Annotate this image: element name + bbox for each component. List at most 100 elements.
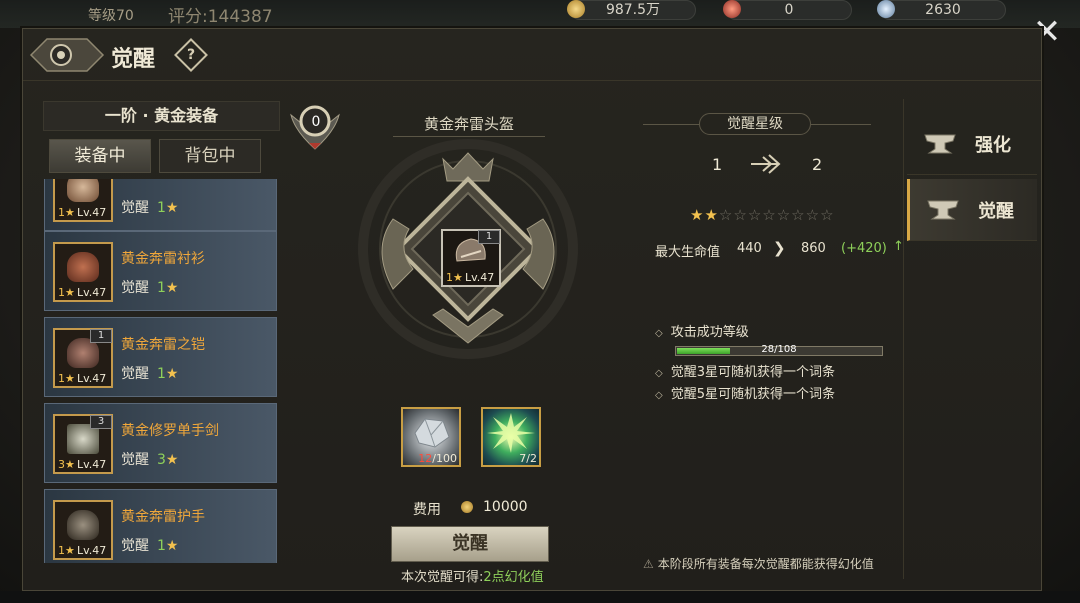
awaken-star-count: 1 (157, 280, 166, 296)
material-need: /100 (432, 452, 457, 465)
gain-prefix: 本次觉醒可得: (401, 570, 484, 585)
item-star-badge: 1★ (446, 271, 463, 284)
item-star-badge: 1★ (58, 286, 75, 299)
awaken-star-title: 觉醒星级 (699, 113, 811, 135)
chat-strip (0, 591, 1080, 603)
material-need: 7/2 (519, 452, 537, 465)
panel-title: 觉醒 (111, 47, 156, 72)
stat-delta: (+420) (841, 241, 887, 256)
help-icon[interactable]: ? (181, 45, 201, 65)
item-awaken-level: 觉醒 1★ (121, 197, 178, 217)
star-icon: ☆ (747, 206, 763, 224)
stat-to: 860 (801, 241, 826, 256)
equipment-list[interactable]: 1★ Lv.47 觉醒 1★ 1★ Lv.47 黄金奔雷衬衫 觉醒 1★ 1 1… (43, 179, 279, 563)
item-awaken-level: 觉醒 1★ (121, 535, 178, 555)
awaken-rank-value: 0 (311, 114, 321, 130)
item-name: 黄金奔雷衬衫 (121, 251, 205, 267)
gem-value: 0 (784, 2, 794, 18)
gold-coin-icon (567, 0, 585, 18)
divider (903, 99, 904, 579)
list-item[interactable]: 1 1★ Lv.47 黄金奔雷之铠 觉醒 1★ (44, 317, 277, 397)
star-level-from: 1 (712, 155, 723, 174)
tab-enhance[interactable]: 强化 (907, 113, 1037, 175)
list-item[interactable]: 1★ Lv.47 黄金奔雷衬衫 觉醒 1★ (44, 231, 277, 311)
item-level: Lv.47 (77, 286, 107, 299)
star-icon: ★ (704, 206, 719, 224)
tab-label: 强化 (975, 135, 1011, 156)
gain-value: 2点幻化值 (483, 570, 544, 585)
awaken-star-count: 1 (157, 538, 166, 554)
awaken-label: 觉醒 (121, 280, 149, 296)
progress-text: 28/108 (761, 344, 797, 355)
item-name: 黄金修罗单手剑 (121, 423, 219, 439)
tab-awaken[interactable]: 觉醒 (907, 179, 1037, 241)
material-quantity: 7/2 (519, 452, 537, 465)
item-star-badge: 1★ (58, 206, 75, 219)
anvil-icon (924, 134, 956, 154)
star-icon: ☆ (718, 206, 734, 224)
item-thumbnail: 1★ Lv.47 (53, 500, 113, 560)
awaken-star-count: 3 (157, 452, 166, 468)
star-icon: ★ (165, 452, 179, 468)
awaken-note: 本阶段所有装备每次觉醒都能获得幻化值 (643, 555, 874, 572)
gem-counter: 0 (723, 0, 852, 20)
awaken-star-count: 1 (157, 200, 166, 216)
tier-title: 一阶 · 黄金装备 (43, 101, 280, 131)
crystal-counter: 2630 (877, 0, 1006, 20)
list-item[interactable]: 1★ Lv.47 黄金奔雷护手 觉醒 1★ (44, 489, 277, 563)
item-thumbnail: 1★ Lv.47 (53, 179, 113, 222)
crystal-ore-icon (414, 418, 450, 448)
item-level: Lv.47 (77, 206, 107, 219)
player-level: 等级70 (88, 8, 134, 24)
item-thumbnail: 3 3★ Lv.47 (53, 414, 113, 474)
gauntlet-icon (67, 510, 99, 540)
gold-value: 987.5万 (605, 2, 661, 18)
item-name: 黄金奔雷护手 (121, 509, 205, 525)
star-level-to: 2 (812, 155, 823, 174)
item-level: Lv.47 (77, 458, 107, 471)
attribute-bullet: 觉醒5星可随机获得一个词条 (655, 383, 835, 402)
selected-item-slot[interactable]: 1 1★ Lv.47 (441, 229, 501, 287)
item-level: Lv.47 (465, 271, 495, 284)
awaken-button[interactable]: 觉醒 (391, 526, 549, 562)
awaken-label: 觉醒 (121, 200, 149, 216)
material-slot-crystal[interactable]: 12/100 (401, 407, 461, 467)
divider (811, 124, 871, 125)
tab-equipped[interactable]: 装备中 (49, 139, 151, 173)
tab-bag[interactable]: 背包中 (159, 139, 261, 173)
item-star-badge: 1★ (58, 372, 75, 385)
awaken-panel: 觉醒 ? 一阶 · 黄金装备 装备中 背包中 1★ Lv.47 觉醒 1★ 1★… (22, 28, 1042, 591)
item-count-badge: 3 (90, 415, 112, 429)
armor-icon (67, 179, 99, 202)
item-level: Lv.47 (77, 544, 107, 557)
item-thumbnail: 1 1★ Lv.47 (53, 328, 113, 388)
progress-bar: 28/108 (675, 344, 883, 356)
cost-value: 10000 (483, 499, 528, 515)
awaken-stars: ★★☆☆☆☆☆☆☆☆ (690, 206, 835, 224)
awaken-star-count: 1 (157, 366, 166, 382)
list-item[interactable]: 3 3★ Lv.47 黄金修罗单手剑 觉醒 3★ (44, 403, 277, 483)
crystal-value: 2630 (925, 2, 961, 18)
awaken-label: 觉醒 (121, 452, 149, 468)
star-icon: ★ (165, 366, 179, 382)
help-button[interactable]: ? (174, 38, 208, 72)
item-count-badge: 1 (478, 230, 500, 244)
star-icon: ☆ (805, 206, 821, 224)
star-icon: ★ (165, 538, 179, 554)
item-thumbnail: 1★ Lv.47 (53, 242, 113, 302)
star-icon: ☆ (733, 206, 748, 224)
item-awaken-level: 觉醒 3★ (121, 449, 178, 469)
arrow-right-icon (751, 154, 781, 174)
material-slot-essence[interactable]: 7/2 (481, 407, 541, 467)
material-quantity: 12/100 (418, 452, 457, 465)
green-burst-icon (487, 413, 535, 453)
list-item[interactable]: 1★ Lv.47 觉醒 1★ (44, 179, 277, 231)
item-star-badge: 3★ (58, 458, 75, 471)
game-screen: 等级70 评分:144387 987.5万 0 2630 ✕ 觉醒 ? 一阶 ·… (0, 0, 1080, 603)
awaken-gain-text: 本次觉醒可得:2点幻化值 (401, 566, 544, 585)
divider (643, 124, 699, 125)
stat-name: 最大生命值 (655, 245, 721, 260)
anvil-icon (927, 200, 959, 220)
material-have: 12 (418, 452, 433, 465)
stat-from: 440 (737, 241, 762, 256)
